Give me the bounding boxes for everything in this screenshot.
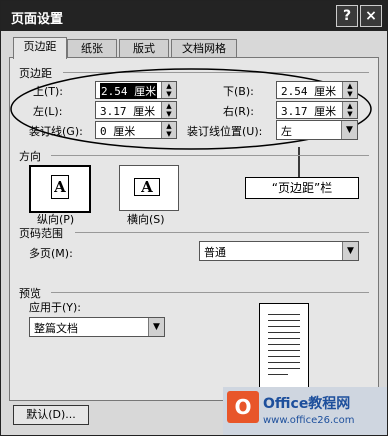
preview-text-line <box>268 362 300 363</box>
gutter-position-select[interactable]: 左 ▼ <box>276 120 358 140</box>
chevron-down-icon[interactable]: ▼ <box>341 121 357 139</box>
orientation-section-title: 方向 <box>19 150 41 163</box>
top-margin-value: 2.54 厘米 <box>100 83 158 99</box>
preview-text-line <box>268 332 300 333</box>
preview-text-line <box>268 350 300 351</box>
right-margin-value: 3.17 厘米 <box>281 105 337 118</box>
spin-arrows-icon[interactable]: ▲ ▼ <box>342 102 357 118</box>
top-margin-label: 上(T): <box>33 85 64 98</box>
gutter-value: 0 厘米 <box>100 125 136 138</box>
pages-section-title: 页码范围 <box>19 227 63 240</box>
orientation-divider <box>51 155 369 156</box>
spin-arrows-icon[interactable]: ▲ ▼ <box>161 122 176 138</box>
apply-to-select[interactable]: 整篇文档 ▼ <box>29 317 165 337</box>
gutter-position-label: 装订线位置(U): <box>187 125 263 138</box>
chevron-down-icon[interactable]: ▼ <box>342 242 358 260</box>
margins-callout-label: “页边距”栏 <box>245 177 359 199</box>
page-setup-dialog: 页面设置 ? × 页边距 纸张 版式 文档网格 页边距 上(T): 2.54 厘… <box>0 0 388 436</box>
gutter-label: 装订线(G): <box>29 125 83 138</box>
office-logo-icon: O <box>227 391 259 423</box>
right-margin-label: 右(R): <box>223 105 254 118</box>
spin-arrows-icon[interactable]: ▲ ▼ <box>161 82 176 98</box>
apply-to-value: 整篇文档 <box>34 322 78 335</box>
multiple-pages-label: 多页(M): <box>29 247 73 260</box>
default-button[interactable]: 默认(D)... <box>13 405 89 425</box>
bottom-margin-label: 下(B): <box>223 85 254 98</box>
left-margin-stepper[interactable]: 3.17 厘米 ▲ ▼ <box>95 101 177 119</box>
preview-text-line <box>268 356 300 357</box>
landscape-option[interactable]: A <box>119 165 179 211</box>
portrait-a-icon: A <box>51 175 69 199</box>
preview-text-line <box>268 344 300 345</box>
right-margin-stepper[interactable]: 3.17 厘米 ▲ ▼ <box>276 101 358 119</box>
landscape-label: 横向(S) <box>127 213 165 226</box>
bottom-margin-stepper[interactable]: 2.54 厘米 ▲ ▼ <box>276 81 358 99</box>
top-margin-stepper[interactable]: 2.54 厘米 ▲ ▼ <box>95 81 177 99</box>
page-preview-thumbnail <box>259 303 309 393</box>
spin-arrows-icon[interactable]: ▲ ▼ <box>161 102 176 118</box>
left-margin-value: 3.17 厘米 <box>100 105 156 118</box>
chevron-down-icon[interactable]: ▼ <box>148 318 164 336</box>
preview-text-line <box>268 368 300 369</box>
gutter-stepper[interactable]: 0 厘米 ▲ ▼ <box>95 121 177 139</box>
preview-text-line <box>268 374 288 375</box>
preview-text-line <box>268 326 300 327</box>
preview-text-line <box>268 314 300 315</box>
watermark-title: Office教程网 <box>263 396 351 412</box>
bottom-margin-value: 2.54 厘米 <box>281 85 337 98</box>
tab-margins[interactable]: 页边距 <box>13 37 67 59</box>
spin-arrows-icon[interactable]: ▲ ▼ <box>342 82 357 98</box>
apply-to-label: 应用于(Y): <box>29 301 82 314</box>
left-margin-label: 左(L): <box>33 105 63 118</box>
landscape-a-icon: A <box>134 178 160 196</box>
multiple-pages-value: 普通 <box>204 246 226 259</box>
preview-text-line <box>268 320 300 321</box>
multiple-pages-select[interactable]: 普通 ▼ <box>199 241 359 261</box>
portrait-option[interactable]: A <box>29 165 91 213</box>
pages-divider <box>75 232 369 233</box>
watermark-url: www.office26.com <box>263 415 355 426</box>
gutter-position-value: 左 <box>281 125 292 138</box>
preview-text-line <box>268 338 300 339</box>
office-watermark: O Office教程网 www.office26.com <box>223 387 387 435</box>
preview-divider <box>51 292 369 293</box>
